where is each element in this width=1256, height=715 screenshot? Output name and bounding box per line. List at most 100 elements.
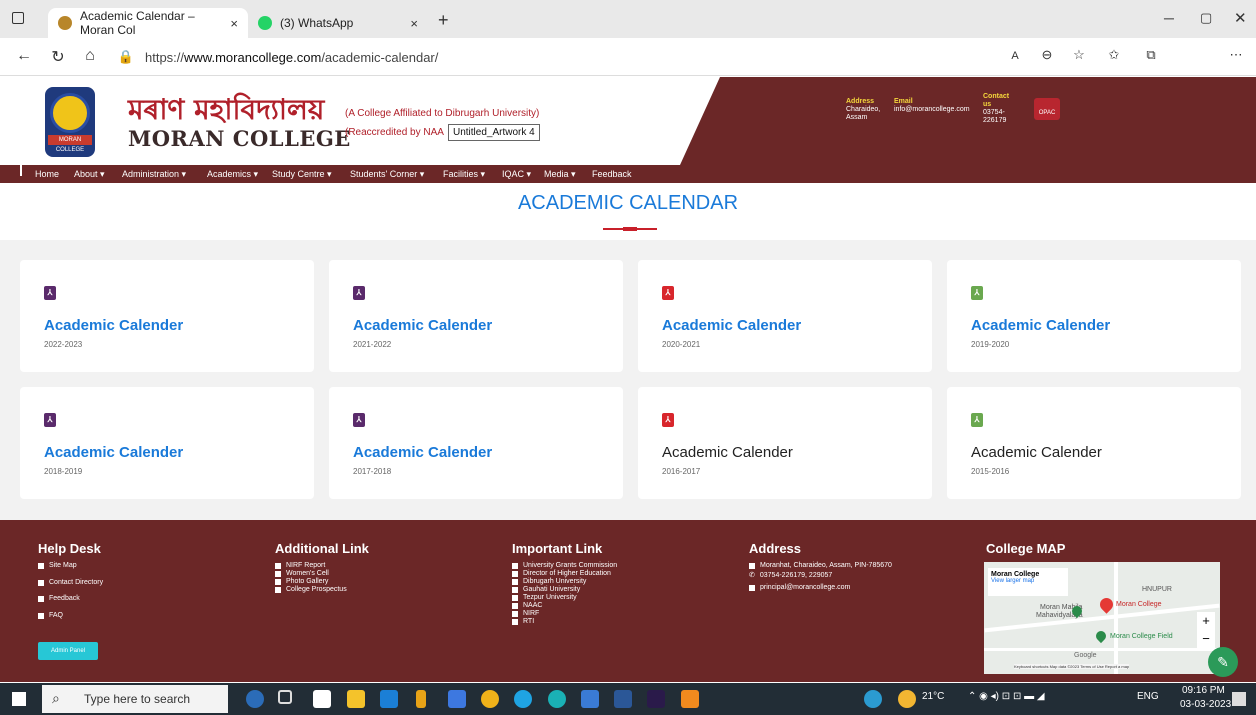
minimize-icon[interactable]: ─	[1164, 10, 1174, 26]
card-title[interactable]: Academic Calender	[971, 444, 1102, 461]
winamp-icon[interactable]	[416, 690, 426, 708]
nav-facilities[interactable]: Facilities ▾	[443, 169, 485, 180]
weather-icon[interactable]	[898, 690, 916, 708]
calendar-card[interactable]: ⅄ Academic Calender 2018-2019	[20, 387, 314, 499]
admin-panel-button[interactable]: Admin Panel	[38, 642, 98, 660]
nav-administration[interactable]: Administration ▾	[122, 169, 186, 180]
zoom-out-icon[interactable]: −	[1197, 630, 1215, 648]
clock-time[interactable]: 09:16 PM	[1182, 685, 1225, 696]
nav-media[interactable]: Media ▾	[544, 169, 576, 180]
url-field[interactable]: https://www.morancollege.com/academic-ca…	[145, 50, 438, 65]
chat-widget-button[interactable]: ✎	[1208, 647, 1238, 677]
calendar-card[interactable]: ⅄ Academic Calender 2015-2016	[947, 387, 1241, 499]
dropbox-icon[interactable]	[448, 690, 466, 708]
tab-whatsapp[interactable]: (3) WhatsApp ×	[248, 8, 428, 38]
footer-link[interactable]: NIRF	[512, 610, 539, 617]
notification-icon[interactable]	[1232, 692, 1246, 706]
bing-icon[interactable]	[246, 690, 264, 708]
opac-button[interactable]: OPAC	[1034, 98, 1060, 120]
restore-icon[interactable]: ▢	[1200, 10, 1212, 26]
favorites-icon[interactable]: ✩	[1104, 47, 1124, 63]
footer-link[interactable]: Tezpur University	[512, 594, 577, 601]
new-tab-button[interactable]: +	[438, 10, 449, 31]
nav-students-corner[interactable]: Students' Corner ▾	[350, 169, 424, 180]
mail-icon[interactable]	[380, 690, 398, 708]
map-zoom-control[interactable]: + −	[1197, 612, 1215, 648]
nav-study-centre[interactable]: Study Centre ▾	[272, 169, 332, 180]
clock-date[interactable]: 03-03-2023	[1180, 699, 1231, 710]
language-indicator[interactable]: ENG	[1137, 691, 1159, 702]
footer-link[interactable]: Director of Higher Education	[512, 570, 611, 577]
pdf-icon: ⅄	[971, 286, 983, 300]
calendar-card[interactable]: ⅄ Academic Calender 2019-2020	[947, 260, 1241, 372]
favorite-add-icon[interactable]: ☆	[1069, 47, 1089, 63]
read-aloud-icon[interactable]: A	[1005, 50, 1025, 62]
footer-link[interactable]: Photo Gallery	[275, 578, 328, 585]
app-icon[interactable]	[581, 690, 599, 708]
footer-link[interactable]: RTI	[512, 618, 534, 625]
card-title[interactable]: Academic Calender	[44, 317, 183, 334]
amazon-icon[interactable]	[313, 690, 331, 708]
nav-about[interactable]: About ▾	[74, 169, 105, 180]
phone-icon: ✆	[749, 572, 755, 579]
system-tray-icons[interactable]: ⌃ ◉ ◂) ⊡ ⊡ ▬ ◢	[968, 691, 1045, 702]
card-title[interactable]: Academic Calender	[662, 444, 793, 461]
zoom-in-icon[interactable]: +	[1197, 612, 1215, 630]
map-credits[interactable]: Keyboard shortcuts Map data ©2023 Terms …	[1014, 664, 1130, 669]
window-menu-icon[interactable]	[12, 12, 24, 24]
footer-link[interactable]: Site Map	[38, 562, 77, 569]
home-icon[interactable]: ⌂	[80, 47, 100, 65]
nav-home[interactable]: Home	[35, 169, 59, 179]
card-title[interactable]: Academic Calender	[662, 317, 801, 334]
help-icon[interactable]	[864, 690, 882, 708]
calendar-card[interactable]: ⅄ Academic Calender 2020-2021	[638, 260, 932, 372]
college-map[interactable]: Moran College View larger map HNUPUR Mor…	[984, 562, 1220, 674]
calendar-card[interactable]: ⅄ Academic Calender 2016-2017	[638, 387, 932, 499]
footer-link[interactable]: Women's Cell	[275, 570, 329, 577]
footer-link[interactable]: Gauhati University	[512, 586, 580, 593]
footer-link[interactable]: Dibrugarh University	[512, 578, 586, 585]
more-options-icon[interactable]: ⋯	[1226, 47, 1246, 63]
file-explorer-icon[interactable]	[347, 690, 365, 708]
taskbar-search-input[interactable]: Type here to search	[42, 685, 228, 713]
card-title[interactable]: Academic Calender	[971, 317, 1110, 334]
footer-link[interactable]: Contact Directory	[38, 579, 103, 586]
footer-link[interactable]: NIRF Report	[275, 562, 325, 569]
footer-link[interactable]: College Prospectus	[275, 586, 347, 593]
chrome-icon[interactable]	[481, 690, 499, 708]
nav-academics[interactable]: Academics ▾	[207, 169, 258, 180]
footer-link[interactable]: FAQ	[38, 612, 63, 619]
footer-link[interactable]: NAAC	[512, 602, 542, 609]
close-tab-icon[interactable]: ×	[410, 16, 418, 31]
weather-temperature[interactable]: 21°C	[922, 691, 944, 702]
calendar-card[interactable]: ⅄ Academic Calender 2021-2022	[329, 260, 623, 372]
close-window-icon[interactable]: ✕	[1234, 9, 1247, 27]
windows-start-icon[interactable]	[12, 692, 26, 706]
view-larger-map-link[interactable]: View larger map	[991, 578, 1065, 584]
college-logo[interactable]: MORAN COLLEGE	[45, 87, 95, 157]
photoshop-icon[interactable]	[647, 690, 665, 708]
email-line[interactable]: principal@morancollege.com	[749, 584, 850, 591]
card-title[interactable]: Academic Calender	[44, 444, 183, 461]
calendar-card[interactable]: ⅄ Academic Calender 2017-2018	[329, 387, 623, 499]
close-tab-icon[interactable]: ×	[230, 16, 238, 31]
vlc-icon[interactable]	[681, 690, 699, 708]
edge-icon[interactable]	[548, 690, 566, 708]
tab-academic-calendar[interactable]: Academic Calendar – Moran Col ×	[48, 8, 248, 38]
email-value[interactable]: info@morancollege.com	[894, 106, 970, 114]
footer-link[interactable]: University Grants Commission	[512, 562, 617, 569]
card-title[interactable]: Academic Calender	[353, 444, 492, 461]
refresh-icon[interactable]: ↻	[48, 47, 68, 67]
zoom-icon[interactable]: ⊖	[1037, 47, 1057, 63]
chrome-icon[interactable]	[514, 690, 532, 708]
back-icon[interactable]: ←	[14, 47, 34, 65]
calendar-card[interactable]: ⅄ Academic Calender 2022-2023	[20, 260, 314, 372]
task-view-icon[interactable]	[278, 690, 292, 704]
nav-iqac[interactable]: IQAC ▾	[502, 169, 531, 180]
email-text: principal@morancollege.com	[760, 584, 851, 591]
card-title[interactable]: Academic Calender	[353, 317, 492, 334]
word-icon[interactable]	[614, 690, 632, 708]
nav-feedback[interactable]: Feedback	[592, 169, 632, 179]
footer-link[interactable]: Feedback	[38, 595, 80, 602]
collections-icon[interactable]: ⧉	[1141, 47, 1161, 63]
